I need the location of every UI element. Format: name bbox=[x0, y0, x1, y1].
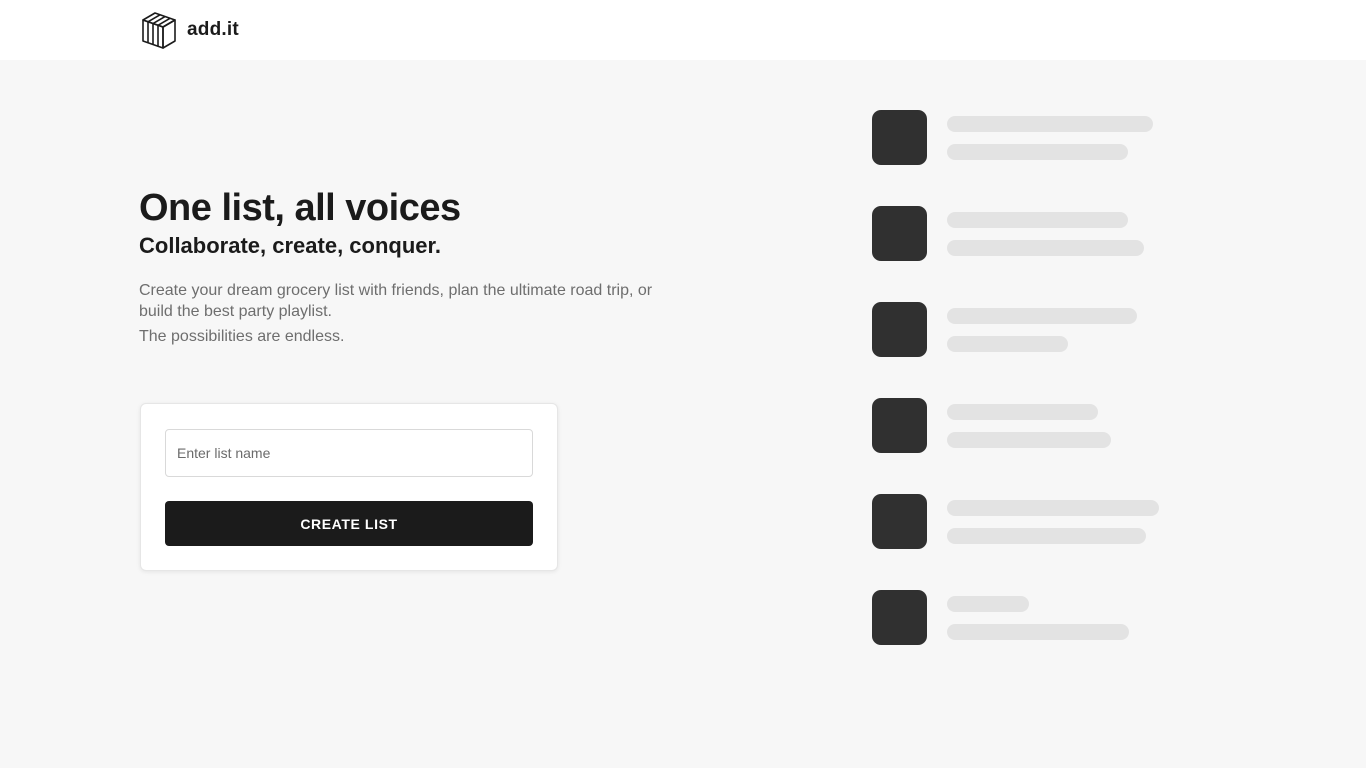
skeleton-title-line bbox=[947, 404, 1098, 420]
create-list-card: CREATE LIST bbox=[140, 403, 558, 571]
preview-thumbnail bbox=[872, 494, 927, 549]
preview-list-item bbox=[872, 110, 1172, 166]
preview-thumbnail bbox=[872, 590, 927, 645]
create-list-button[interactable]: CREATE LIST bbox=[165, 501, 533, 546]
preview-thumbnail bbox=[872, 398, 927, 453]
preview-list-item bbox=[872, 590, 1172, 646]
box-icon bbox=[142, 12, 176, 49]
page-subtitle: Collaborate, create, conquer. bbox=[139, 233, 441, 258]
preview-list-item bbox=[872, 398, 1172, 454]
preview-thumbnail bbox=[872, 110, 927, 165]
skeleton-title-line bbox=[947, 596, 1029, 612]
skeleton-subtitle-line bbox=[947, 624, 1129, 640]
hero-section: One list, all voices Collaborate, create… bbox=[139, 186, 699, 347]
preview-list-item bbox=[872, 302, 1172, 358]
skeleton-subtitle-line bbox=[947, 336, 1068, 352]
skeleton-subtitle-line bbox=[947, 432, 1111, 448]
skeleton-title-line bbox=[947, 116, 1153, 132]
page-title: One list, all voices bbox=[139, 187, 461, 229]
list-preview-illustration bbox=[872, 110, 1172, 686]
skeleton-title-line bbox=[947, 500, 1159, 516]
list-name-input[interactable] bbox=[165, 429, 533, 477]
brand-name: add.it bbox=[187, 19, 239, 40]
skeleton-subtitle-line bbox=[947, 528, 1146, 544]
hero-tagline: The possibilities are endless. bbox=[139, 328, 345, 345]
skeleton-subtitle-line bbox=[947, 144, 1128, 160]
top-navigation-bar: add.it bbox=[0, 0, 1366, 60]
preview-list-item bbox=[872, 494, 1172, 550]
preview-list-item bbox=[872, 206, 1172, 262]
preview-thumbnail bbox=[872, 206, 927, 261]
hero-description: Create your dream grocery list with frie… bbox=[139, 282, 653, 320]
skeleton-title-line bbox=[947, 212, 1128, 228]
skeleton-subtitle-line bbox=[947, 240, 1144, 256]
preview-thumbnail bbox=[872, 302, 927, 357]
skeleton-title-line bbox=[947, 308, 1137, 324]
brand-logo-link[interactable]: add.it bbox=[141, 11, 239, 49]
